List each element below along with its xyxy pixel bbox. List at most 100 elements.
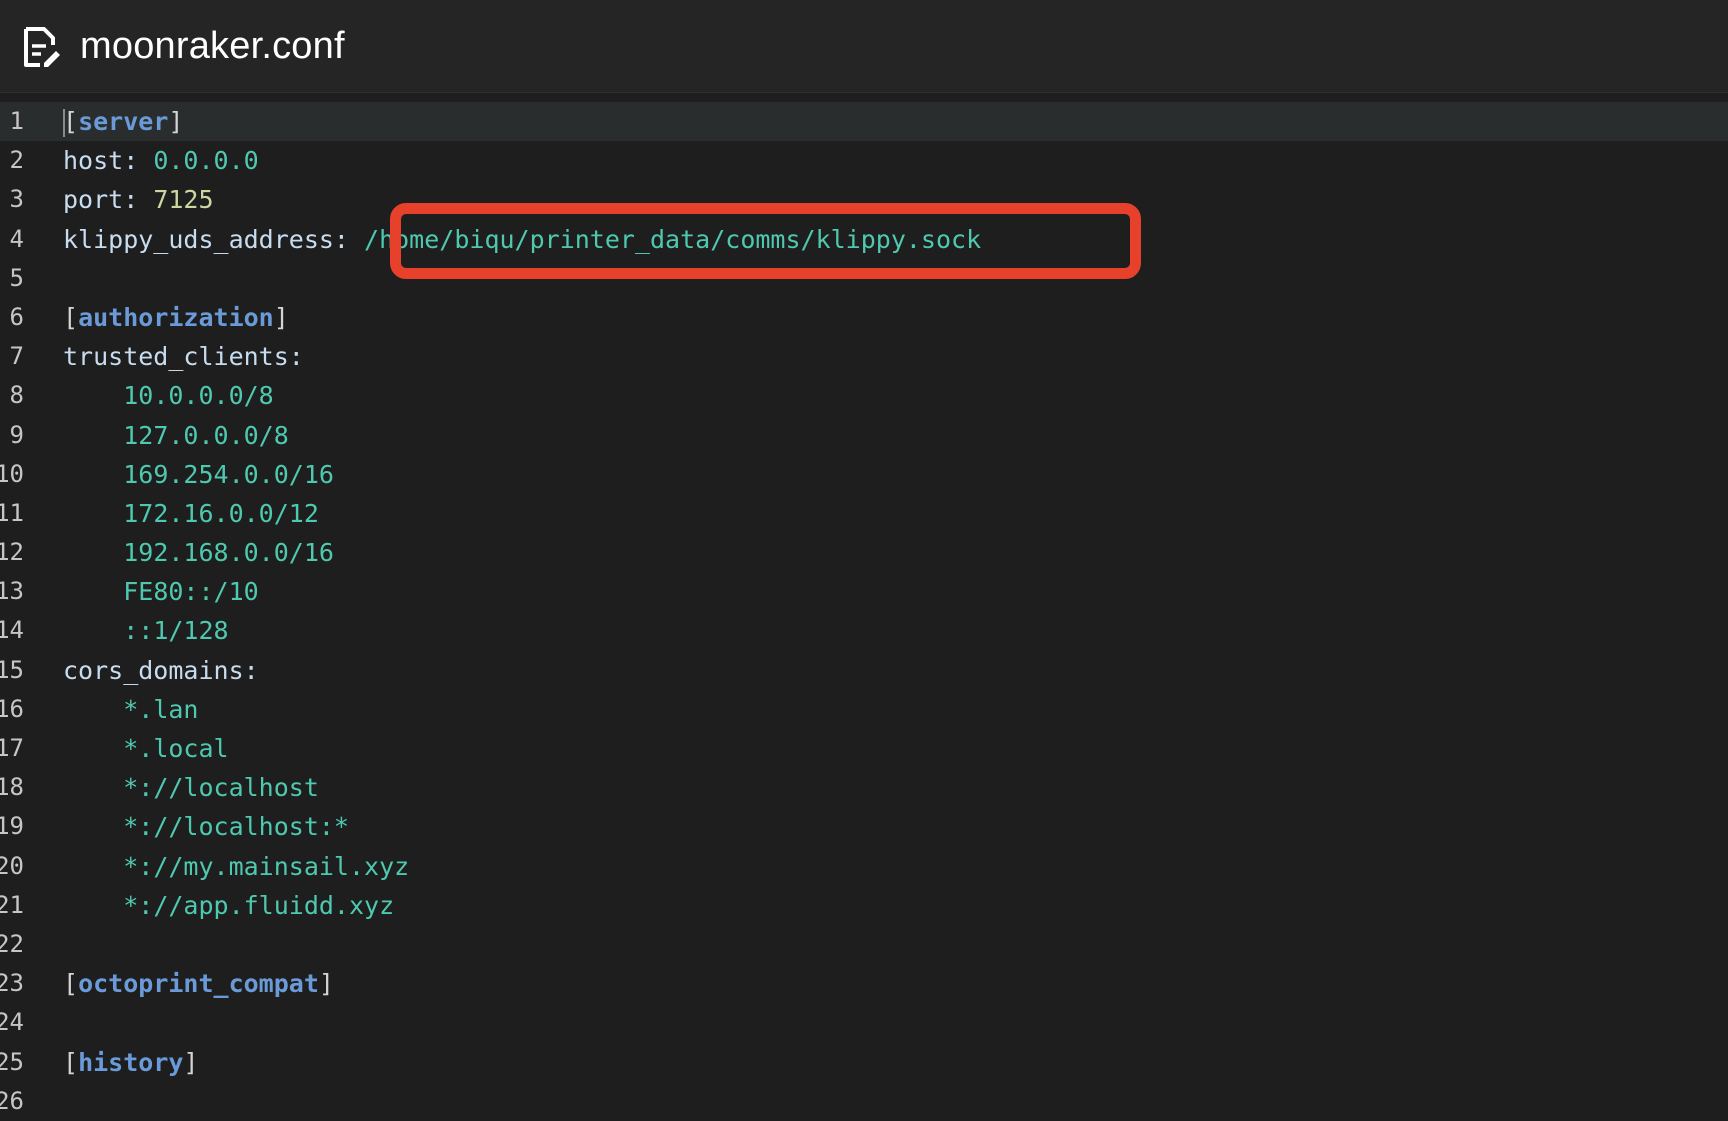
code-editor[interactable]: 1 [server] 2 host: 0.0.0.0 3 port: 7125 4 klipp… — [0, 102, 1728, 1115]
line-content: [authorization] — [63, 298, 289, 337]
list-value: 127.0.0.0/8 — [123, 420, 289, 450]
section-name: history — [78, 1047, 184, 1077]
bracket-close: ] — [168, 107, 184, 136]
code-line[interactable]: 26 — [0, 1082, 1728, 1121]
section-name: authorization — [78, 302, 274, 332]
line-content: port: 7125 — [63, 180, 214, 219]
line-content: [server] — [63, 102, 183, 141]
list-value: *://my.mainsail.xyz — [123, 851, 410, 881]
line-number: 24 — [0, 1008, 24, 1037]
list-value: *://localhost:* — [123, 812, 349, 842]
list-value: *://localhost — [123, 773, 319, 803]
line-number: 7 — [9, 342, 24, 371]
line-content: *://my.mainsail.xyz — [63, 847, 409, 886]
line-content: cors_domains: — [63, 651, 259, 690]
line-content: ::1/128 — [63, 611, 229, 650]
code-line[interactable]: 19 *://localhost:* — [0, 807, 1728, 846]
config-value: 0.0.0.0 — [153, 146, 259, 176]
code-line[interactable]: 20 *://my.mainsail.xyz — [0, 847, 1728, 886]
code-line[interactable]: 1 [server] — [0, 102, 1728, 142]
line-number: 11 — [0, 498, 24, 527]
line-number: 19 — [0, 812, 24, 841]
code-line[interactable]: 10 169.254.0.0/16 — [0, 455, 1728, 494]
line-content: *.local — [63, 729, 228, 768]
line-number: 25 — [0, 1047, 24, 1076]
code-line[interactable]: 22 — [0, 925, 1728, 964]
code-line[interactable]: 6 [authorization] — [0, 298, 1728, 337]
line-number: 8 — [9, 381, 24, 410]
line-number: 1 — [9, 107, 24, 135]
code-line[interactable]: 17 *.local — [0, 729, 1728, 768]
list-value: *://app.fluidd.xyz — [123, 890, 395, 920]
code-line[interactable]: 12 192.168.0.0/16 — [0, 533, 1728, 572]
code-line[interactable]: 18 *://localhost — [0, 768, 1728, 807]
line-content: 169.254.0.0/16 — [63, 455, 334, 494]
line-content: host: 0.0.0.0 — [63, 141, 259, 180]
list-value: FE80::/10 — [123, 577, 259, 607]
config-key: cors_domains: — [63, 655, 259, 685]
line-content: *://localhost — [63, 768, 319, 807]
line-content: [octoprint_compat] — [63, 964, 334, 1003]
line-number: 22 — [0, 929, 24, 958]
line-number: 21 — [0, 890, 24, 919]
line-number: 26 — [0, 1086, 24, 1115]
line-number: 6 — [9, 302, 24, 331]
list-value: 169.254.0.0/16 — [123, 459, 334, 489]
config-key: port: — [63, 185, 154, 215]
line-number: 9 — [9, 420, 24, 449]
section-name: server — [78, 107, 169, 136]
bracket-open: [ — [63, 302, 79, 332]
line-content: *.lan — [63, 690, 198, 729]
line-number: 5 — [9, 263, 24, 292]
section-name: octoprint_compat — [78, 969, 319, 999]
list-value: 172.16.0.0/12 — [123, 498, 319, 528]
line-number: 10 — [0, 459, 24, 488]
line-number: 20 — [0, 851, 24, 880]
code-line[interactable]: 8 10.0.0.0/8 — [0, 376, 1728, 415]
line-number: 12 — [0, 538, 24, 567]
line-content: trusted_clients: — [63, 337, 304, 376]
line-number: 15 — [0, 655, 24, 684]
line-number: 18 — [0, 773, 24, 802]
line-number: 14 — [0, 616, 24, 645]
line-content: 127.0.0.0/8 — [63, 416, 289, 455]
line-number: 16 — [0, 694, 24, 723]
config-key: klippy_uds_address: — [63, 224, 365, 254]
list-value: 10.0.0.0/8 — [123, 381, 274, 411]
editor-header: moonraker.conf — [0, 0, 1728, 93]
line-content: FE80::/10 — [63, 572, 259, 611]
highlight-annotation — [390, 203, 1141, 279]
code-line[interactable]: 24 — [0, 1003, 1728, 1042]
line-content: 10.0.0.0/8 — [63, 376, 274, 415]
bracket-close: ] — [318, 969, 334, 999]
code-line[interactable]: 9 127.0.0.0/8 — [0, 416, 1728, 455]
line-number: 3 — [9, 185, 24, 214]
code-line[interactable]: 11 172.16.0.0/12 — [0, 494, 1728, 533]
code-line[interactable]: 14 ::1/128 — [0, 611, 1728, 650]
list-value: 192.168.0.0/16 — [123, 538, 334, 568]
file-edit-icon — [24, 27, 60, 67]
bracket-open: [ — [63, 107, 79, 136]
code-line[interactable]: 25 [history] — [0, 1043, 1728, 1082]
bracket-open: [ — [63, 1047, 79, 1077]
code-line[interactable]: 16 *.lan — [0, 690, 1728, 729]
line-content: *://localhost:* — [63, 807, 349, 846]
bracket-close: ] — [183, 1047, 199, 1077]
code-line[interactable]: 7 trusted_clients: — [0, 337, 1728, 376]
line-content: 172.16.0.0/12 — [63, 494, 319, 533]
list-value: ::1/128 — [123, 616, 229, 646]
line-number: 4 — [9, 224, 24, 253]
file-title: moonraker.conf — [80, 25, 345, 67]
code-line[interactable]: 23 [octoprint_compat] — [0, 964, 1728, 1003]
code-line[interactable]: 2 host: 0.0.0.0 — [0, 141, 1728, 180]
code-line[interactable]: 13 FE80::/10 — [0, 572, 1728, 611]
line-content: 192.168.0.0/16 — [63, 533, 334, 572]
code-line[interactable]: 21 *://app.fluidd.xyz — [0, 886, 1728, 925]
line-number: 23 — [0, 969, 24, 998]
line-content: [history] — [63, 1043, 198, 1082]
line-content: *://app.fluidd.xyz — [63, 886, 394, 925]
code-line[interactable]: 15 cors_domains: — [0, 651, 1728, 690]
list-value: *.lan — [123, 694, 199, 724]
line-number: 13 — [0, 577, 24, 606]
line-number: 17 — [0, 734, 24, 762]
